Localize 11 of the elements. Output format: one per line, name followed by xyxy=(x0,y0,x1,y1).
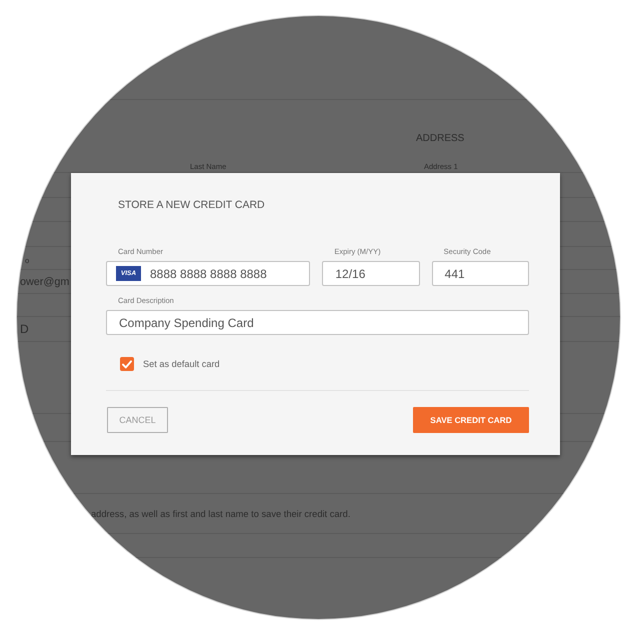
text-field[interactable]: 441 xyxy=(432,261,529,286)
hint-text: address, as well as first and last name to save their credit card. xyxy=(91,508,350,520)
text-field[interactable]: 12/16 xyxy=(322,261,420,286)
checkbox-label: Set as default card xyxy=(143,358,220,370)
checkbox[interactable] xyxy=(120,357,134,371)
text-field[interactable]: Company Spending Card xyxy=(106,310,529,335)
checkmark-icon xyxy=(122,360,132,368)
field-value: ower@gm xyxy=(20,274,70,288)
section-heading: ADDRESS xyxy=(416,133,464,145)
dialog-title: STORE A NEW CREDIT CARD xyxy=(118,198,265,212)
field-value: D xyxy=(20,322,29,336)
